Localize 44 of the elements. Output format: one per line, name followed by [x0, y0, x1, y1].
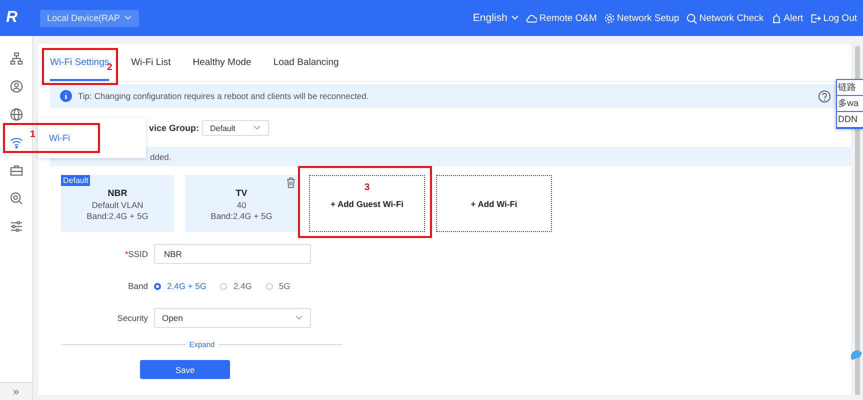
default-badge: Default: [61, 175, 90, 186]
tab[interactable]: Healthy Mode: [192, 44, 252, 81]
add-wifi-card[interactable]: 3 + Add Guest Wi-Fi: [309, 175, 425, 232]
device-group-select[interactable]: Default: [202, 120, 270, 136]
tip-text: Tip: Changing configuration requires a reboot and clients will be reconnected.: [78, 91, 369, 101]
menu-item[interactable]: 多wa: [837, 96, 863, 112]
step-number: 2: [107, 62, 112, 73]
wifi-card[interactable]: Default NBR Default VLAN Band:2.4G + 5G: [61, 175, 174, 232]
vlan-text: Default VLAN: [92, 200, 144, 212]
language-selector[interactable]: English: [472, 12, 520, 24]
add-wifi-label: + Add Guest Wi-Fi: [330, 198, 404, 208]
band-radio[interactable]: 2.4G: [220, 281, 252, 291]
wifi-name: TV: [236, 188, 248, 200]
header-link[interactable]: Network Check: [686, 12, 764, 24]
device-group-label: vice Group:: [149, 123, 200, 133]
collapse-button[interactable]: »: [0, 382, 32, 400]
ssid-label: *SSID: [124, 249, 149, 259]
menu-item[interactable]: DDN: [837, 112, 863, 128]
add-wifi-card[interactable]: + Add Wi-Fi: [436, 175, 552, 232]
submenu-item[interactable]: Wi-Fi: [49, 133, 70, 143]
wifi-card[interactable]: TV 40 Band:2.4G + 5G: [185, 175, 298, 232]
band-radio[interactable]: 5G: [266, 281, 290, 291]
notice-text: dded.: [150, 152, 172, 162]
tab[interactable]: Wi-Fi List: [131, 44, 171, 81]
menu-item[interactable]: 链路: [837, 80, 863, 96]
vlan-text: 40: [236, 200, 246, 212]
add-wifi-label: + Add Wi-Fi: [470, 198, 518, 208]
logo: R: [6, 9, 19, 27]
header-link[interactable]: Network Setup: [604, 12, 680, 24]
band-text: Band:2.4G + 5G: [86, 211, 148, 223]
step-number: 3: [364, 182, 370, 193]
header-link[interactable]: Alert: [770, 12, 804, 24]
header-link[interactable]: Remote O&M: [526, 12, 597, 24]
band-text: Band:2.4G + 5G: [210, 211, 272, 223]
band-radio[interactable]: 2.4G + 5G: [154, 281, 206, 291]
save-button[interactable]: Save: [140, 360, 230, 379]
ssid-field[interactable]: NBR: [154, 244, 311, 264]
security-select[interactable]: Open: [154, 308, 311, 328]
band-label: Band: [127, 281, 149, 291]
tab[interactable]: Load Balancing: [273, 44, 339, 81]
wifi-name: NBR: [108, 188, 128, 200]
step-number: 1: [30, 129, 36, 140]
header-link[interactable]: Log Out: [810, 12, 857, 24]
security-label: Security: [116, 313, 149, 323]
